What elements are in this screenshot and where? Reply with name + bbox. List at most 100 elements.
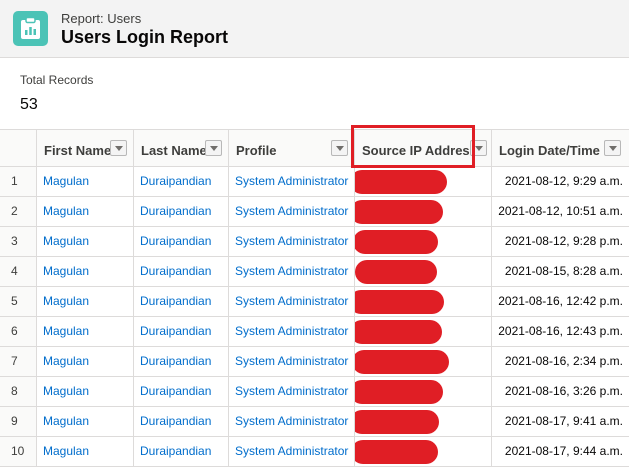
profile-link[interactable]: System Administrator	[229, 437, 355, 466]
row-number: 8	[0, 377, 37, 406]
last-name-link[interactable]: Duraipandian	[134, 377, 229, 406]
table-row: 2 Magulan Duraipandian System Administra…	[0, 197, 629, 227]
page-header: Report: Users Users Login Report	[0, 0, 629, 58]
profile-link[interactable]: System Administrator	[229, 227, 355, 256]
row-number: 9	[0, 407, 37, 436]
row-number: 4	[0, 257, 37, 286]
source-ip-cell	[355, 257, 492, 286]
table-row: 9 Magulan Duraipandian System Administra…	[0, 407, 629, 437]
login-datetime-cell: 2021-08-12, 10:51 a.m.	[498, 204, 623, 218]
table-row: 10 Magulan Duraipandian System Administr…	[0, 437, 629, 467]
login-datetime-cell: 2021-08-12, 9:28 p.m.	[504, 234, 623, 248]
column-menu-chevron-icon[interactable]	[110, 140, 127, 156]
first-name-link[interactable]: Magulan	[37, 437, 134, 466]
last-name-link[interactable]: Duraipandian	[134, 317, 229, 346]
column-header-profile[interactable]: Profile	[229, 130, 355, 167]
table-row: 8 Magulan Duraipandian System Administra…	[0, 377, 629, 407]
row-number: 2	[0, 197, 37, 226]
first-name-link[interactable]: Magulan	[37, 227, 134, 256]
column-header-login-datetime[interactable]: Login Date/Time	[492, 130, 629, 167]
first-name-link[interactable]: Magulan	[37, 317, 134, 346]
column-menu-chevron-icon[interactable]	[205, 140, 222, 156]
report-summary: Total Records 53	[20, 73, 93, 114]
redaction-mark	[355, 230, 438, 254]
report-chart-icon	[13, 11, 48, 46]
login-datetime-cell: 2021-08-16, 2:34 p.m.	[504, 354, 623, 368]
table-row: 4 Magulan Duraipandian System Administra…	[0, 257, 629, 287]
first-name-link[interactable]: Magulan	[37, 287, 134, 316]
profile-link[interactable]: System Administrator	[229, 167, 355, 196]
login-datetime-cell: 2021-08-16, 12:43 p.m.	[498, 324, 623, 338]
first-name-link[interactable]: Magulan	[37, 407, 134, 436]
profile-link[interactable]: System Administrator	[229, 287, 355, 316]
login-datetime-cell: 2021-08-16, 12:42 p.m.	[498, 294, 623, 308]
column-header-label: Last Name	[141, 143, 207, 158]
last-name-link[interactable]: Duraipandian	[134, 227, 229, 256]
last-name-link[interactable]: Duraipandian	[134, 347, 229, 376]
source-ip-cell	[355, 377, 492, 406]
login-datetime-cell: 2021-08-16, 3:26 p.m.	[504, 384, 623, 398]
profile-link[interactable]: System Administrator	[229, 377, 355, 406]
login-datetime-cell: 2021-08-12, 9:29 a.m.	[504, 174, 623, 188]
redaction-mark	[355, 410, 439, 434]
first-name-link[interactable]: Magulan	[37, 197, 134, 226]
row-number: 7	[0, 347, 37, 376]
redaction-mark	[355, 380, 443, 404]
total-records-label: Total Records	[20, 73, 94, 87]
first-name-link[interactable]: Magulan	[37, 257, 134, 286]
row-number: 6	[0, 317, 37, 346]
column-header-label: First Name	[44, 143, 112, 158]
table-row: 3 Magulan Duraipandian System Administra…	[0, 227, 629, 257]
table-row: 1 Magulan Duraipandian System Administra…	[0, 167, 629, 197]
table-header: First Name Last Name Profile Source IP A…	[0, 129, 629, 167]
first-name-link[interactable]: Magulan	[37, 167, 134, 196]
redaction-mark	[355, 440, 438, 464]
last-name-link[interactable]: Duraipandian	[134, 257, 229, 286]
source-ip-cell	[355, 317, 492, 346]
last-name-link[interactable]: Duraipandian	[134, 437, 229, 466]
redaction-mark	[355, 260, 437, 284]
source-ip-cell	[355, 407, 492, 436]
login-datetime-cell: 2021-08-17, 9:41 a.m.	[504, 414, 623, 428]
source-ip-cell	[355, 197, 492, 226]
redaction-mark	[355, 320, 442, 344]
last-name-link[interactable]: Duraipandian	[134, 407, 229, 436]
column-menu-chevron-icon[interactable]	[331, 140, 348, 156]
row-number: 10	[0, 437, 37, 466]
column-menu-chevron-icon[interactable]	[604, 140, 621, 156]
profile-link[interactable]: System Administrator	[229, 197, 355, 226]
profile-link[interactable]: System Administrator	[229, 257, 355, 286]
row-number-header	[0, 130, 37, 167]
login-datetime-cell: 2021-08-17, 9:44 a.m.	[504, 444, 623, 458]
total-records-value: 53	[20, 96, 38, 113]
first-name-link[interactable]: Magulan	[37, 377, 134, 406]
source-ip-cell	[355, 167, 492, 196]
report-type-label: Report: Users	[61, 11, 142, 26]
table-row: 5 Magulan Duraipandian System Administra…	[0, 287, 629, 317]
profile-link[interactable]: System Administrator	[229, 317, 355, 346]
redaction-mark	[355, 170, 447, 194]
page-title: Users Login Report	[61, 27, 229, 47]
last-name-link[interactable]: Duraipandian	[134, 167, 229, 196]
row-number: 1	[0, 167, 37, 196]
column-header-label: Login Date/Time	[499, 143, 600, 158]
redaction-mark	[355, 290, 444, 314]
redaction-mark	[355, 200, 443, 224]
source-ip-cell	[355, 347, 492, 376]
source-ip-highlight-box	[351, 125, 475, 168]
first-name-link[interactable]: Magulan	[37, 347, 134, 376]
last-name-link[interactable]: Duraipandian	[134, 197, 229, 226]
table-row: 6 Magulan Duraipandian System Administra…	[0, 317, 629, 347]
source-ip-cell	[355, 287, 492, 316]
last-name-link[interactable]: Duraipandian	[134, 287, 229, 316]
profile-link[interactable]: System Administrator	[229, 407, 355, 436]
source-ip-cell	[355, 227, 492, 256]
profile-link[interactable]: System Administrator	[229, 347, 355, 376]
column-header-last-name[interactable]: Last Name	[134, 130, 229, 167]
column-header-label: Profile	[236, 143, 277, 158]
row-number: 5	[0, 287, 37, 316]
table-row: 7 Magulan Duraipandian System Administra…	[0, 347, 629, 377]
source-ip-cell	[355, 437, 492, 466]
row-number: 3	[0, 227, 37, 256]
column-header-first-name[interactable]: First Name	[37, 130, 134, 167]
